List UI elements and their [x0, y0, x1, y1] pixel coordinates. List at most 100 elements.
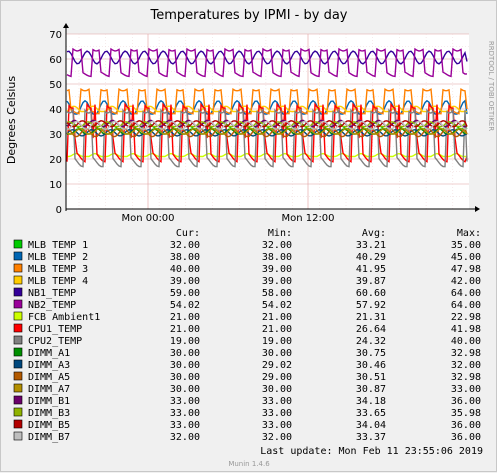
legend-max-value: 64.00: [451, 288, 481, 299]
legend-series-name: NB1_TEMP: [28, 288, 76, 299]
legend-min-value: 39.00: [262, 264, 292, 275]
legend-min-value: 30.00: [262, 384, 292, 395]
legend-min-value: 32.00: [262, 240, 292, 251]
legend-max-value: 35.98: [451, 408, 481, 419]
legend-series-name: DIMM_B1: [28, 396, 70, 407]
legend-max-value: 33.00: [451, 384, 481, 395]
legend-min-value: 58.00: [262, 288, 292, 299]
legend-swatch: [13, 251, 23, 261]
legend-avg-value: 30.87: [356, 384, 386, 395]
y-tick-label: 20: [49, 155, 62, 166]
legend-min-value: 33.00: [262, 408, 292, 419]
legend-series-name: CPU2_TEMP: [28, 336, 82, 347]
legend-series-name: MLB TEMP 1: [28, 240, 88, 251]
legend-series-name: MLB TEMP 4: [28, 276, 88, 287]
legend-series-name: DIMM_B7: [28, 432, 70, 443]
legend-cur-value: 30.00: [170, 372, 200, 383]
legend-min-value: 39.00: [262, 276, 292, 287]
legend-max-value: 22.98: [451, 312, 481, 323]
x-tick-label: Mon 12:00: [281, 213, 334, 224]
y-tick-label: 50: [49, 80, 62, 91]
legend-cur-value: 40.00: [170, 264, 200, 275]
legend-max-value: 45.00: [451, 252, 481, 263]
legend-swatch: [13, 383, 23, 393]
legend-swatch: [13, 407, 23, 417]
legend-series-name: NB2_TEMP: [28, 300, 76, 311]
x-tick-labels: Mon 00:00 Mon 12:00: [121, 213, 334, 224]
legend-cur-value: 33.00: [170, 396, 200, 407]
legend-avg-value: 34.04: [356, 420, 386, 431]
legend-header: Min:: [268, 228, 292, 239]
legend-swatch: [13, 335, 23, 345]
munin-version: Munin 1.4.6: [228, 460, 270, 468]
legend-swatch: [13, 311, 23, 321]
legend-min-value: 21.00: [262, 312, 292, 323]
y-axis-label: Degrees Celsius: [5, 76, 18, 165]
legend-avg-value: 21.31: [356, 312, 386, 323]
legend-avg-value: 33.65: [356, 408, 386, 419]
legend-cur-value: 33.00: [170, 408, 200, 419]
legend-avg-value: 24.32: [356, 336, 386, 347]
legend-swatch: [13, 395, 23, 405]
legend-swatch: [13, 263, 23, 273]
y-tick-label: 70: [49, 30, 62, 41]
munin-graph: Temperatures by IPMI - by day Degrees Ce…: [0, 0, 497, 472]
legend-max-value: 40.00: [451, 336, 481, 347]
legend-series-name: DIMM_A5: [28, 372, 70, 383]
legend-min-value: 32.00: [262, 432, 292, 443]
legend-max-value: 64.00: [451, 300, 481, 311]
legend-swatch: [13, 275, 23, 285]
legend-swatch: [13, 323, 23, 333]
x-tick-label: Mon 00:00: [121, 213, 174, 224]
legend-min-value: 33.00: [262, 396, 292, 407]
y-tick-label: 30: [49, 130, 62, 141]
legend-min-value: 19.00: [262, 336, 292, 347]
legend-series-name: DIMM_A7: [28, 384, 70, 395]
legend-series-name: CPU1_TEMP: [28, 324, 82, 335]
legend-swatch: [13, 347, 23, 357]
legend-series-name: MLB TEMP 2: [28, 252, 88, 263]
y-tick-labels: 0 10 20 30 40 50 60 70: [49, 30, 62, 216]
legend-min-value: 21.00: [262, 324, 292, 335]
legend-avg-value: 33.37: [356, 432, 386, 443]
x-axis-arrow: [475, 206, 480, 212]
legend-swatch: [13, 371, 23, 381]
legend-swatch: [13, 431, 23, 441]
legend-swatch: [13, 299, 23, 309]
last-update-text: Last update: Mon Feb 11 23:55:06 2019: [260, 446, 483, 457]
legend-cur-value: 30.00: [170, 360, 200, 371]
rrdtool-watermark: RRDTOOL / TOBI OETIKER: [487, 41, 495, 131]
y-tick-label: 0: [56, 205, 62, 216]
legend-min-value: 29.00: [262, 372, 292, 383]
legend-cur-value: 19.00: [170, 336, 200, 347]
legend-max-value: 36.00: [451, 420, 481, 431]
legend-min-value: 30.00: [262, 348, 292, 359]
legend-avg-value: 26.64: [356, 324, 386, 335]
legend-header: Max:: [457, 228, 481, 239]
y-tick-label: 40: [49, 105, 62, 116]
legend-max-value: 32.98: [451, 372, 481, 383]
legend-avg-value: 60.60: [356, 288, 386, 299]
legend-max-value: 35.00: [451, 240, 481, 251]
legend-cur-value: 54.02: [170, 300, 200, 311]
y-tick-label: 60: [49, 55, 62, 66]
legend-max-value: 42.00: [451, 276, 481, 287]
chart-svg: Temperatures by IPMI - by day Degrees Ce…: [5, 8, 495, 468]
y-axis-arrow: [63, 23, 69, 28]
legend-cur-value: 30.00: [170, 384, 200, 395]
legend-cur-value: 33.00: [170, 420, 200, 431]
legend-cur-value: 39.00: [170, 276, 200, 287]
legend-max-value: 47.98: [451, 264, 481, 275]
legend-series-name: DIMM_B3: [28, 408, 70, 419]
legend-max-value: 41.98: [451, 324, 481, 335]
legend-max-value: 32.98: [451, 348, 481, 359]
legend-min-value: 33.00: [262, 420, 292, 431]
legend-swatch: [13, 359, 23, 369]
legend-header: Avg:: [362, 228, 386, 239]
legend-max-value: 32.00: [451, 360, 481, 371]
legend-cur-value: 21.00: [170, 312, 200, 323]
legend-avg-value: 33.21: [356, 240, 386, 251]
legend-avg-value: 30.75: [356, 348, 386, 359]
chart-title: Temperatures by IPMI - by day: [150, 8, 348, 23]
legend-cur-value: 38.00: [170, 252, 200, 263]
